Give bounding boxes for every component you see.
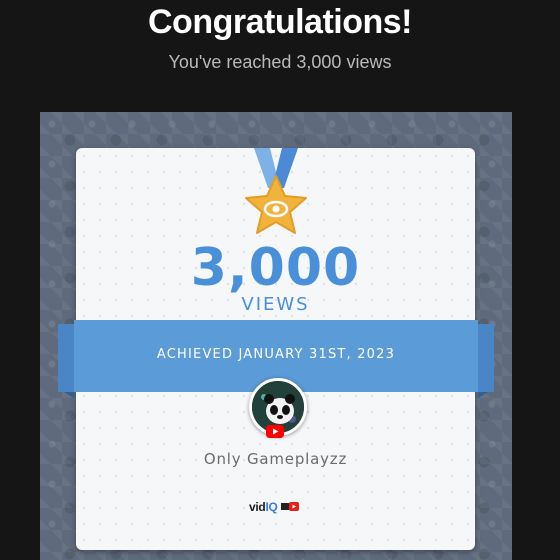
channel-name: Only Gameplayzz <box>203 450 348 468</box>
youtube-small-icon <box>280 502 299 511</box>
page-title: Congratulations! <box>148 3 412 41</box>
medal-icon <box>245 148 307 234</box>
view-count: 3,000 <box>190 238 361 298</box>
vidiq-logo: vidIQ <box>249 500 299 514</box>
achievement-date: ACHIEVED JANUARY 31ST, 2023 <box>156 347 396 362</box>
brand-suffix: IQ <box>265 500 278 514</box>
page-subtitle: You've reached 3,000 views <box>168 52 392 72</box>
brand-prefix: vid <box>249 500 266 514</box>
youtube-icon <box>266 425 284 438</box>
view-unit-label: VIEWS <box>241 294 310 315</box>
